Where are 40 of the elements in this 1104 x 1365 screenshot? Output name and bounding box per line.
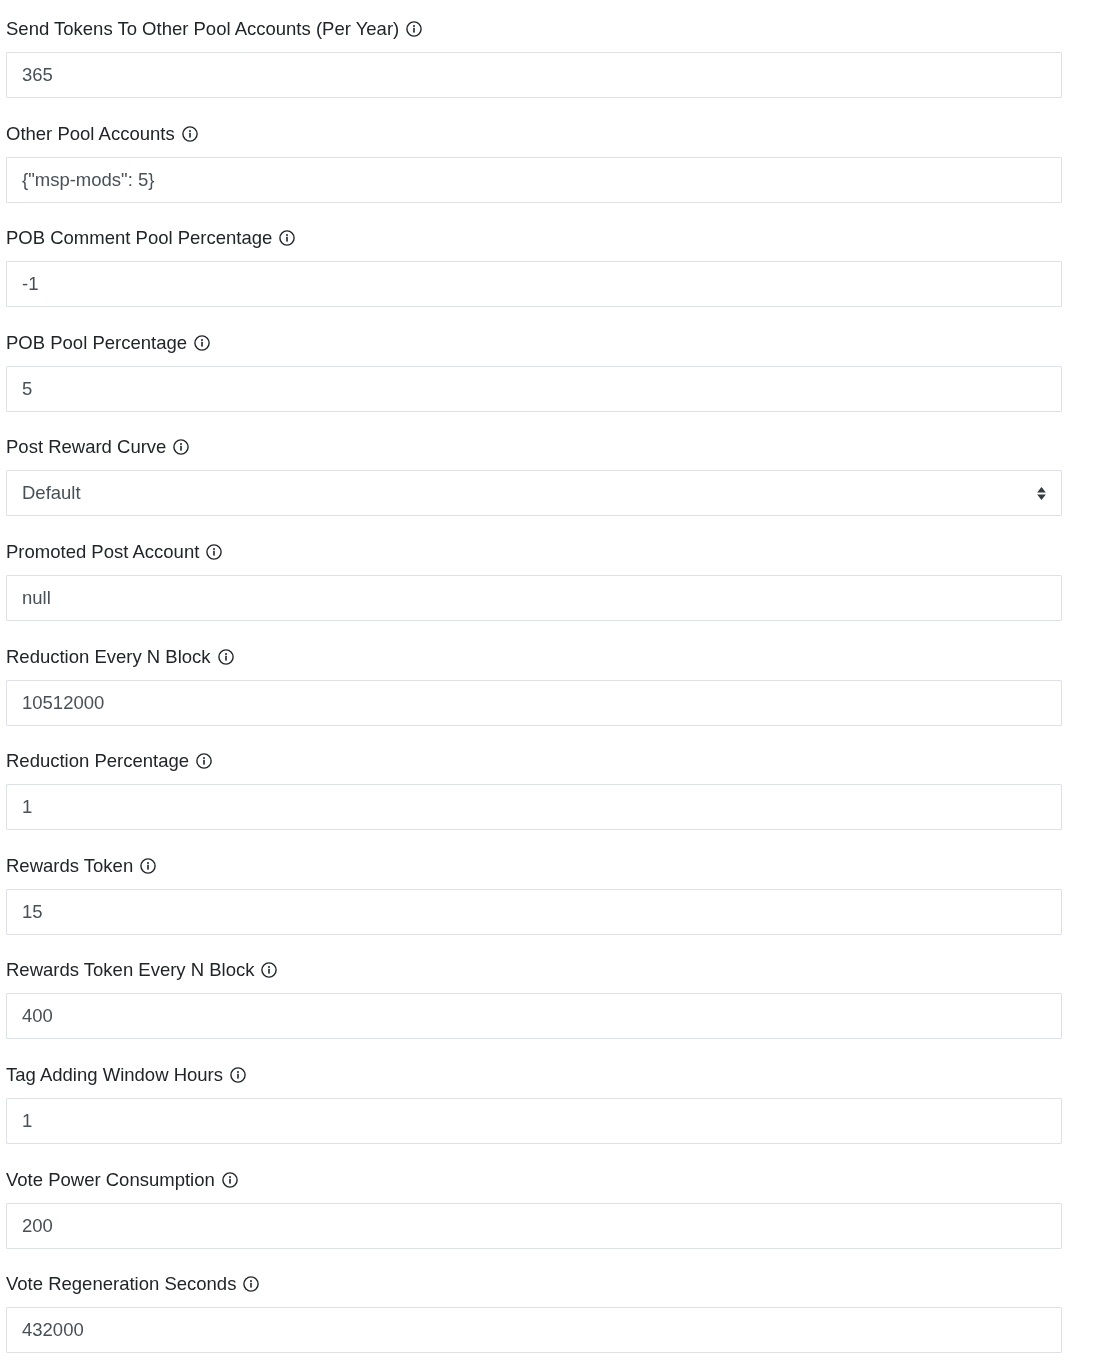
info-icon (196, 753, 213, 770)
field-label: Other Pool Accounts (6, 121, 175, 146)
text-input[interactable]: 400 (6, 993, 1062, 1040)
select-field[interactable]: Default (6, 470, 1062, 517)
field-label: POB Comment Pool Percentage (6, 226, 273, 251)
info-icon (230, 1066, 246, 1083)
field-label: Rewards Token Every N Block (6, 958, 255, 983)
text-input[interactable]: null (6, 574, 1062, 621)
text-input[interactable]: 365 (6, 52, 1062, 98)
text-input[interactable]: 5 (6, 365, 1062, 412)
info-icon (243, 1276, 260, 1293)
field-label: Vote Power Consumption (6, 1167, 215, 1192)
field-label: Reduction Every N Block (6, 644, 211, 669)
info-icon (279, 230, 296, 247)
text-input[interactable]: 432000 (6, 1307, 1062, 1354)
text-input[interactable]: -1 (6, 261, 1062, 308)
field-label: Vote Regeneration Seconds (6, 1272, 237, 1297)
text-input[interactable]: 200 (6, 1202, 1062, 1249)
info-icon (261, 962, 278, 979)
info-icon (217, 648, 234, 665)
text-input[interactable]: {"msp-mods": 5} (6, 156, 1062, 203)
field-label: POB Pool Percentage (6, 330, 187, 355)
info-icon (140, 857, 157, 874)
field-label: Rewards Token (6, 853, 134, 878)
text-input[interactable]: 1 (6, 1097, 1062, 1144)
field-label: Tag Adding Window Hours (6, 1062, 223, 1087)
info-icon (194, 334, 210, 351)
field-label: Promoted Post Account (6, 539, 200, 564)
info-icon (181, 125, 198, 142)
info-icon (206, 543, 223, 560)
up-down-caret-icon (1037, 486, 1046, 500)
info-icon (221, 1171, 238, 1188)
text-input[interactable]: 15 (6, 888, 1062, 935)
info-icon (406, 21, 423, 37)
field-label: Post Reward Curve (6, 435, 167, 460)
info-icon (173, 439, 190, 456)
text-input[interactable]: 1 (6, 784, 1062, 831)
field-label: Reduction Percentage (6, 749, 190, 774)
field-label: Send Tokens To Other Pool Accounts (Per Year) (6, 17, 400, 41)
text-input[interactable]: 10512000 (6, 679, 1062, 726)
